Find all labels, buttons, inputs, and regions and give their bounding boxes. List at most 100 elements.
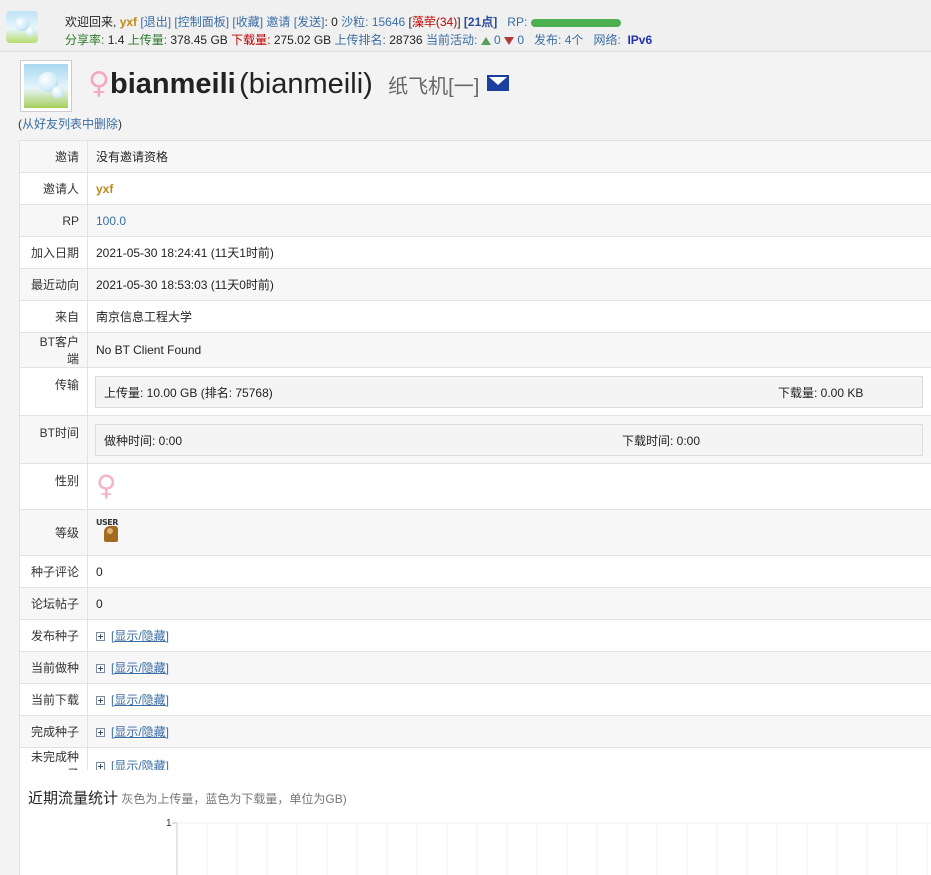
row-label: 邀请人 [19,172,88,205]
toggle-completed[interactable]: [显示/隐藏] [111,725,169,739]
favorites-link[interactable]: [收藏] [232,15,263,29]
row-label: 加入日期 [19,236,88,269]
vertical-grid [206,823,928,875]
invite-value: 没有邀请资格 [87,140,931,173]
profile-display-name: (bianmeili) [239,68,373,100]
points-link[interactable]: [21点] [464,15,497,29]
row-label: 当前下载 [19,683,88,716]
welcome-text: 欢迎回来, [65,15,117,29]
toggle-seeding[interactable]: [显示/隐藏] [111,661,169,675]
profile-title: ♀bianmeili (bianmeili) 纸飞机[一] [88,66,509,101]
detail-row-leeching: 当前下载 [显示/隐藏] [19,683,931,716]
flowers-link[interactable]: 藻荦(34) [412,15,457,29]
row-label: 种子评论 [19,555,88,588]
expand-icon[interactable] [96,632,105,642]
remove-friend-link[interactable]: 从好友列表中删除 [22,117,118,131]
detail-row-forum-posts: 论坛帖子 0 [19,587,931,620]
row-label: 等级 [19,509,88,556]
toggle-leeching[interactable]: [显示/隐藏] [111,693,169,707]
traffic-stats-section: 近期流量统计 灰色为上传量，蓝色为下载量，单位为GB) 1 [19,770,931,875]
detail-row-gender: 性别 ♀ [19,463,931,510]
user-level-icon: USER [96,518,126,544]
traffic-chart: 1 [166,818,931,875]
detail-row-torrent-comments: 种子评论 0 [19,555,931,588]
leeching-arrow-icon [504,36,514,45]
download-label: 下载量: [231,33,271,47]
detail-row-inviter: 邀请人 yxf [19,172,931,205]
expand-icon[interactable] [96,728,105,738]
publish-label: 发布: [534,33,562,47]
network-value: IPv6 [627,33,653,47]
upload-rank-value: 28736 [389,33,423,47]
forum-posts-value: 0 [87,587,931,620]
toggle-uploaded-torrents[interactable]: [显示/隐藏] [111,629,169,643]
upload-value: 378.45 GB [170,33,228,47]
remove-friend-wrapper: (从好友列表中删除) [18,115,122,132]
from-value: 南京信息工程大学 [87,300,931,333]
logout-link[interactable]: [退出] [140,15,171,29]
user-avatar[interactable] [6,11,38,43]
flowers-bracket: ] [457,15,461,29]
invite-link[interactable]: 邀请 [266,15,290,29]
row-label: 最近动向 [19,268,88,301]
share-ratio-label: 分享率: [65,33,105,47]
bonus-value: : 15646 [365,15,406,29]
user-class: 纸飞机[一] [388,76,480,98]
rp-label: RP: [507,15,528,29]
row-label: 完成种子 [19,715,88,748]
leeching-count[interactable]: 0 [517,33,524,47]
control-panel-link[interactable]: [控制面板] [174,15,229,29]
publish-count[interactable]: 4个 [565,33,584,47]
transfer-download: 下载量: 0.00 KB [778,385,864,400]
last-seen-value: 2021-05-30 18:53:03 (11天0时前) [87,268,931,301]
bonus-link[interactable]: 沙粒 [341,15,365,29]
rp-progress-bar [531,18,622,27]
paren: ) [118,117,123,131]
download-value: 275.02 GB [273,33,332,47]
expand-icon[interactable] [96,696,105,706]
invite-count: : 0 [324,15,338,29]
send-invite-link[interactable]: [发送] [294,15,325,29]
upload-rank-label: 上传排名: [334,33,386,47]
female-gender-icon: ♀ [96,469,117,502]
transfer-box: 上传量: 10.00 GB (排名: 75768) 下载量: 0.00 KB [95,376,923,408]
top-info-bar: 欢迎回来, yxf [退出] [控制面板] [收藏] 邀请 [发送]: 0 沙粒… [0,0,931,52]
row-label: BT时间 [19,415,88,464]
row-label: RP [19,204,88,237]
detail-row-bt-client: BT客户端 No BT Client Found [19,332,931,368]
row-label: 发布种子 [19,619,88,652]
detail-row-from: 来自 南京信息工程大学 [19,300,931,333]
detail-row-seeding: 当前做种 [显示/隐藏] [19,651,931,684]
seeding-count[interactable]: 0 [494,33,501,47]
row-label: 来自 [19,300,88,333]
seeding-arrow-icon [480,36,491,45]
user-details-table: 邀请 没有邀请资格 邀请人 yxf RP 100.0 加入日期 2021-05-… [19,140,931,783]
detail-row-last-seen: 最近动向 2021-05-30 18:53:03 (11天0时前) [19,268,931,301]
row-label: 论坛帖子 [19,587,88,620]
detail-row-invite: 邀请 没有邀请资格 [19,140,931,173]
transfer-upload: 上传量: 10.00 GB (排名: 75768) [104,385,273,400]
inviter-link[interactable]: yxf [96,182,113,196]
torrent-comments-value: 0 [87,555,931,588]
row-label: 当前做种 [19,651,88,684]
detail-row-join-date: 加入日期 2021-05-30 18:24:41 (11天1时前) [19,236,931,269]
detail-row-level: 等级 USER [19,509,931,556]
network-label: 网络: [593,33,621,47]
rp-value: 100.0 [87,204,931,237]
leech-time: 下载时间: 0:00 [622,433,701,448]
detail-row-bt-time: BT时间 做种时间: 0:00 下载时间: 0:00 [19,415,931,464]
current-user-link[interactable]: yxf [120,15,137,29]
profile-avatar [20,60,72,112]
expand-icon[interactable] [96,664,105,674]
join-date-value: 2021-05-30 18:24:41 (11天1时前) [87,236,931,269]
detail-row-uploaded-torrents: 发布种子 [显示/隐藏] [19,619,931,652]
row-label: 邀请 [19,140,88,173]
send-message-icon[interactable] [486,75,509,91]
activity-label: 当前活动: [425,33,478,47]
female-icon: ♀ [88,66,110,101]
top-info-line1: 欢迎回来, yxf [退出] [控制面板] [收藏] 邀请 [发送]: 0 沙粒… [65,13,622,30]
seed-time: 做种时间: 0:00 [104,433,183,448]
bt-time-box: 做种时间: 0:00 下载时间: 0:00 [95,424,923,456]
top-info-line2: 分享率: 1.4 上传量: 378.45 GB 下载量: 275.02 GB 上… [65,31,652,48]
row-label: 性别 [19,463,88,510]
